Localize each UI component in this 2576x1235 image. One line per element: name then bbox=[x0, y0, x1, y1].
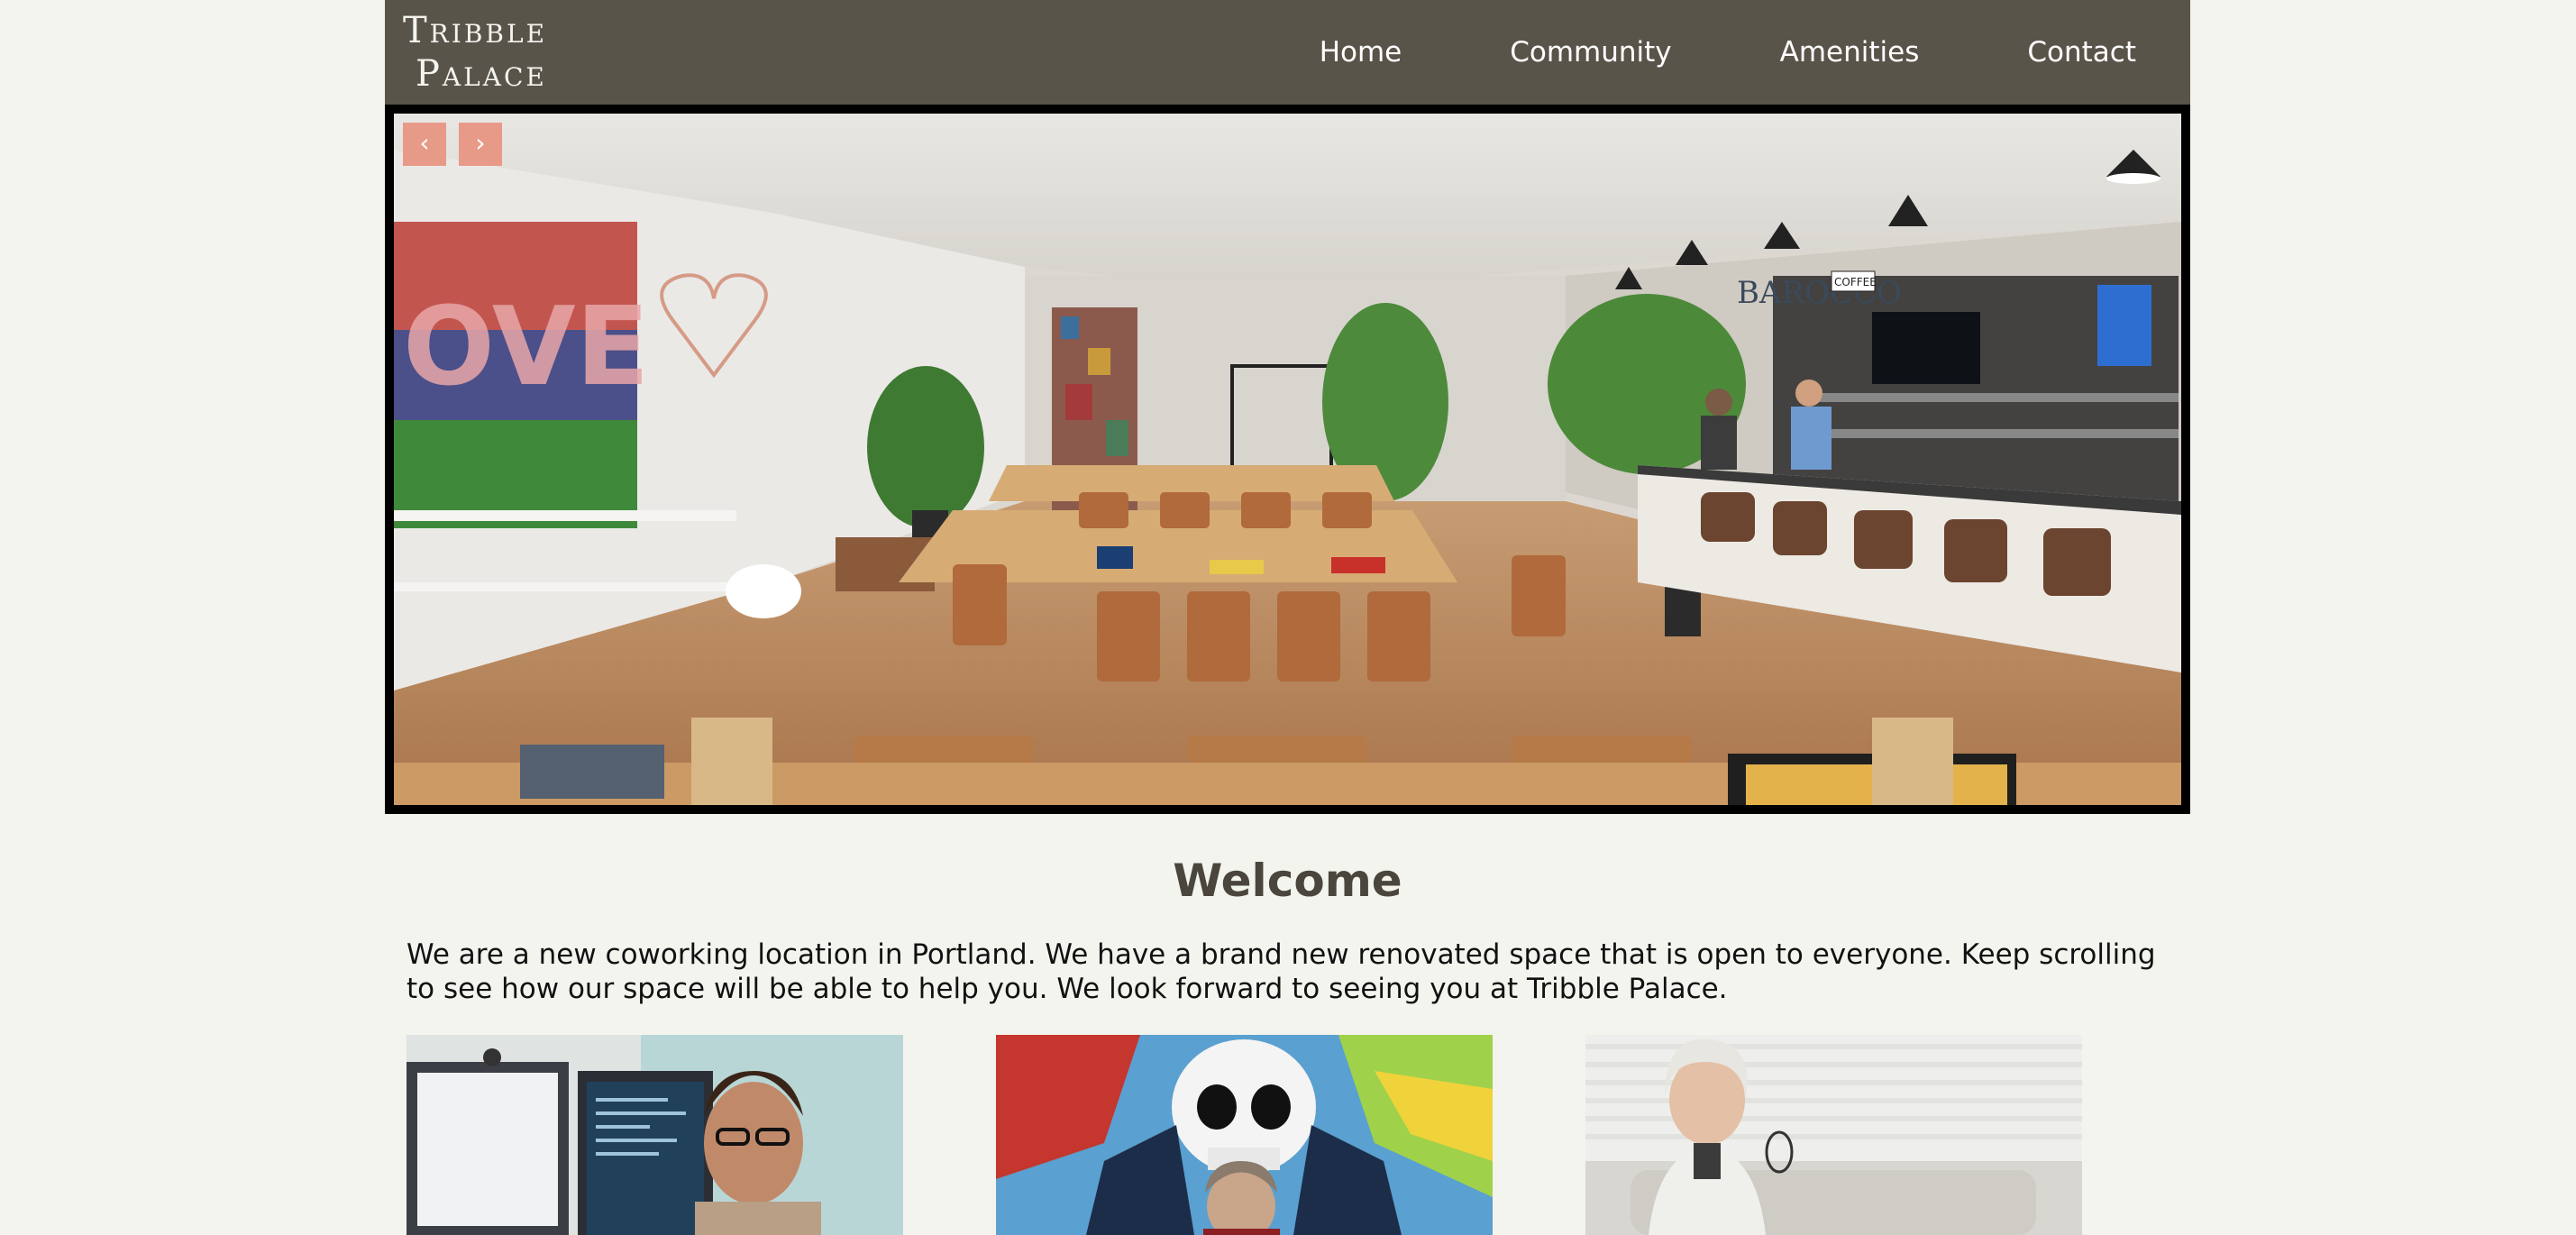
hero-slideshow: OVE BAROCCO COFFEE ‹ › bbox=[385, 105, 2190, 814]
coffee-sign: COFFEE bbox=[1834, 276, 1877, 288]
card-image-businesswoman bbox=[1585, 1035, 2082, 1235]
site-logo[interactable]: Tribble Palace bbox=[403, 9, 547, 96]
hero-image-coworking-space: OVE BAROCCO COFFEE bbox=[394, 114, 2181, 805]
logo-line-1: Tribble bbox=[403, 10, 548, 51]
nav-home[interactable]: Home bbox=[1320, 36, 1402, 69]
card-image-developer bbox=[406, 1035, 903, 1235]
page-container: Tribble Palace Home Community Amenities … bbox=[385, 0, 2190, 1235]
logo-line-2: Palace bbox=[416, 53, 547, 95]
slide-prev-button[interactable]: ‹ bbox=[403, 123, 446, 166]
nav-amenities[interactable]: Amenities bbox=[1780, 36, 1920, 69]
welcome-heading: Welcome bbox=[1173, 855, 1402, 907]
nav-community[interactable]: Community bbox=[1510, 36, 1671, 69]
slide-next-button[interactable]: › bbox=[459, 123, 502, 166]
card-image-mural-artist bbox=[996, 1035, 1493, 1235]
welcome-paragraph: We are a new coworking location in Portl… bbox=[406, 938, 2156, 1005]
site-header: Tribble Palace Home Community Amenities … bbox=[385, 0, 2190, 105]
main-nav: Home Community Amenities Contact bbox=[1320, 0, 2190, 105]
svg-text:OVE: OVE bbox=[403, 285, 650, 410]
barocco-sign: BAROCCO bbox=[1737, 275, 1902, 311]
nav-contact[interactable]: Contact bbox=[2027, 36, 2136, 69]
